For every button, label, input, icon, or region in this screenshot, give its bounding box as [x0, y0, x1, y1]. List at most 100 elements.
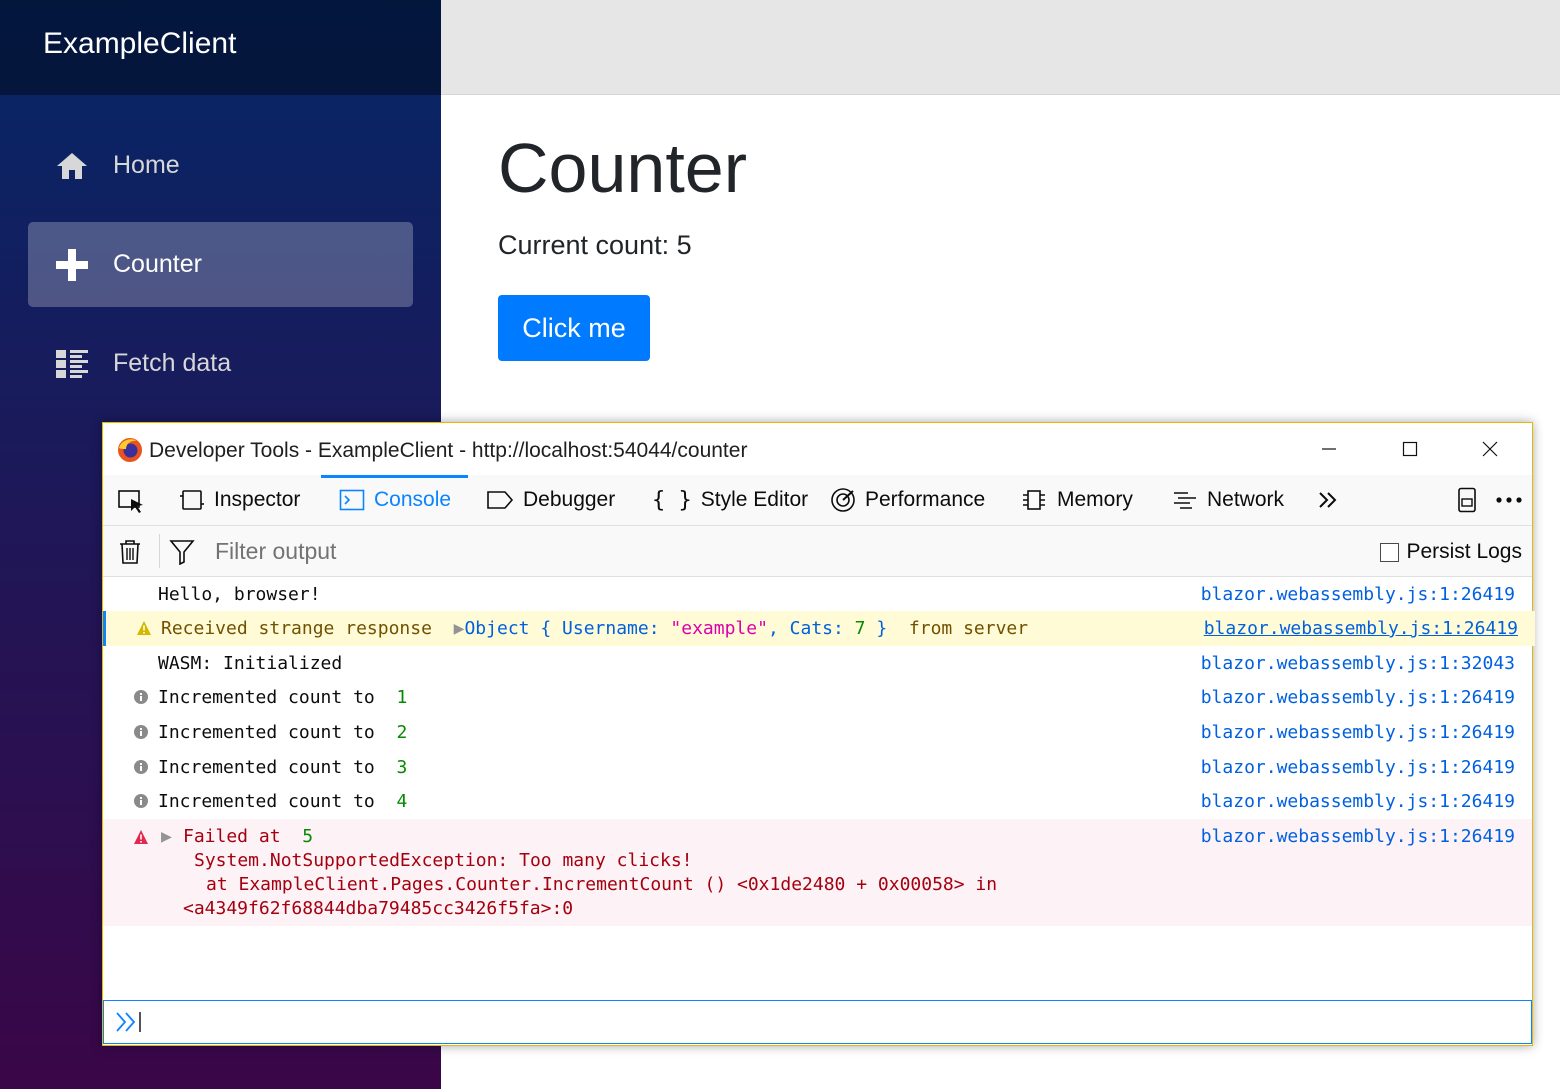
firefox-logo-icon	[117, 437, 143, 468]
filter-icon	[169, 539, 195, 570]
tab-label: Debugger	[523, 488, 616, 511]
console-input[interactable]	[103, 1000, 1532, 1044]
console-info: Incremented count to 3 blazor.webassembl…	[103, 750, 1532, 784]
performance-icon	[830, 487, 856, 513]
devtools-window: Developer Tools - ExampleClient - http:/…	[102, 422, 1535, 1046]
expand-triangle-icon[interactable]: ▶	[454, 618, 465, 639]
message-text: Failed at	[183, 826, 281, 847]
message-text: Incremented count to	[158, 687, 375, 708]
tab-label: Console	[374, 488, 452, 511]
element-picker-button[interactable]	[117, 475, 154, 525]
inspector-icon	[179, 488, 205, 512]
object-key: Username:	[562, 618, 660, 639]
responsive-design-button[interactable]	[1457, 475, 1486, 525]
info-icon	[133, 759, 149, 780]
console-error: ▶ Failed at 5 System.NotSupportedExcepti…	[103, 819, 1532, 926]
top-row	[441, 0, 1560, 95]
list-rich-icon	[54, 346, 90, 382]
message-source-link[interactable]: blazor.webassembly.js:1:32043	[1201, 653, 1515, 674]
message-source-link[interactable]: blazor.webassembly.js:1:26419	[1201, 584, 1515, 605]
home-icon	[54, 148, 90, 184]
console-message: Hello, browser! blazor.webassembly.js:1:…	[103, 577, 1532, 611]
trash-icon[interactable]	[118, 539, 142, 570]
debugger-icon	[486, 490, 514, 510]
tab-label: Style Editor	[700, 488, 809, 511]
object-string-value: "example"	[670, 618, 768, 639]
click-me-button[interactable]: Click me	[498, 295, 650, 361]
devtools-window-title: Developer Tools - ExampleClient - http:/…	[149, 439, 748, 462]
nav-item-label: Counter	[113, 250, 202, 278]
nav-item-counter[interactable]: Counter	[28, 222, 413, 307]
devtools-toolbar: Inspector Console Debugger { } Style Edi…	[103, 475, 1532, 526]
minimize-button[interactable]	[1306, 433, 1352, 465]
close-button[interactable]	[1467, 433, 1513, 465]
plus-icon	[54, 247, 90, 283]
console-message: WASM: Initialized blazor.webassembly.js:…	[103, 646, 1532, 680]
tab-style-editor[interactable]: { } Style Editor	[652, 475, 808, 525]
message-source-link[interactable]: blazor.webassembly.js:1:26419	[1201, 687, 1515, 708]
message-number: 5	[302, 826, 314, 847]
warning-icon	[136, 620, 152, 641]
message-text: Incremented count to	[158, 722, 375, 743]
message-text: Received strange response	[161, 618, 432, 639]
expand-triangle-icon[interactable]: ▶	[161, 826, 172, 847]
info-icon	[133, 793, 149, 814]
message-source-link[interactable]: blazor.webassembly.js:1:26419	[1201, 791, 1515, 812]
console-icon	[339, 489, 365, 511]
braces-icon: { }	[652, 487, 692, 513]
tab-console[interactable]: Console	[339, 475, 451, 525]
chevron-double-right-icon	[1317, 491, 1339, 509]
divider	[159, 534, 160, 568]
message-number: 4	[396, 791, 408, 812]
element-picker-icon	[117, 487, 145, 513]
tab-debugger[interactable]: Debugger	[486, 475, 615, 525]
prompt-chevron-icon	[114, 1011, 144, 1038]
message-text: WASM: Initialized	[158, 653, 343, 674]
checkbox-box[interactable]	[1380, 542, 1400, 562]
tab-label: Memory	[1057, 488, 1133, 511]
stack-trace-line: System.NotSupportedException: Too many c…	[194, 850, 693, 871]
console-info: Incremented count to 4 blazor.webassembl…	[103, 784, 1532, 819]
network-icon	[1172, 489, 1198, 511]
object-number-value: 7	[854, 618, 866, 639]
tab-label: Performance	[865, 488, 986, 511]
persist-logs-label: Persist Logs	[1406, 540, 1522, 563]
more-dots-icon	[1495, 496, 1523, 504]
tab-label: Network	[1207, 488, 1285, 511]
tab-performance[interactable]: Performance	[830, 475, 985, 525]
tab-memory[interactable]: Memory	[1020, 475, 1133, 525]
tab-inspector[interactable]: Inspector	[179, 475, 300, 525]
console-info: Incremented count to 2 blazor.webassembl…	[103, 715, 1532, 750]
options-menu-button[interactable]	[1495, 475, 1532, 525]
message-text: Incremented count to	[158, 757, 375, 778]
message-suffix: from server	[908, 618, 1029, 639]
message-text: Incremented count to	[158, 791, 375, 812]
filter-output-input[interactable]: Filter output	[215, 538, 336, 565]
object-key: Cats:	[789, 618, 844, 639]
responsive-mode-icon	[1457, 487, 1477, 513]
devtools-title-bar[interactable]: Developer Tools - ExampleClient - http:/…	[103, 423, 1532, 475]
message-source-link[interactable]: blazor.webassembly.js:1:26419	[1201, 757, 1515, 778]
console-warning: Received strange response ▶Object { User…	[103, 611, 1535, 646]
brand-title[interactable]: ExampleClient	[43, 27, 236, 61]
console-info: Incremented count to 1 blazor.webassembl…	[103, 680, 1532, 715]
tab-network[interactable]: Network	[1172, 475, 1284, 525]
message-source-link[interactable]: blazor.webassembly.js:1:26419	[1204, 618, 1518, 639]
object-separator: ,	[767, 618, 779, 639]
stack-trace-line: at ExampleClient.Pages.Counter.Increment…	[206, 874, 998, 895]
error-icon	[133, 829, 149, 850]
page-title: Counter	[498, 129, 748, 207]
more-tools-button[interactable]	[1317, 475, 1348, 525]
current-count: Current count: 5	[498, 230, 692, 260]
persist-logs-checkbox[interactable]: Persist Logs	[1380, 540, 1522, 564]
nav-item-home[interactable]: Home	[28, 123, 413, 208]
nav-item-fetch-data[interactable]: Fetch data	[28, 321, 413, 406]
stack-trace-line: <a4349f62f68844dba79485cc3426f5fa>:0	[183, 898, 574, 919]
message-number: 1	[396, 687, 408, 708]
maximize-button[interactable]	[1387, 433, 1433, 465]
info-icon	[133, 724, 149, 745]
object-preview[interactable]: Object {	[464, 618, 551, 639]
message-source-link[interactable]: blazor.webassembly.js:1:26419	[1201, 826, 1515, 847]
message-source-link[interactable]: blazor.webassembly.js:1:26419	[1201, 722, 1515, 743]
message-number: 3	[396, 757, 408, 778]
